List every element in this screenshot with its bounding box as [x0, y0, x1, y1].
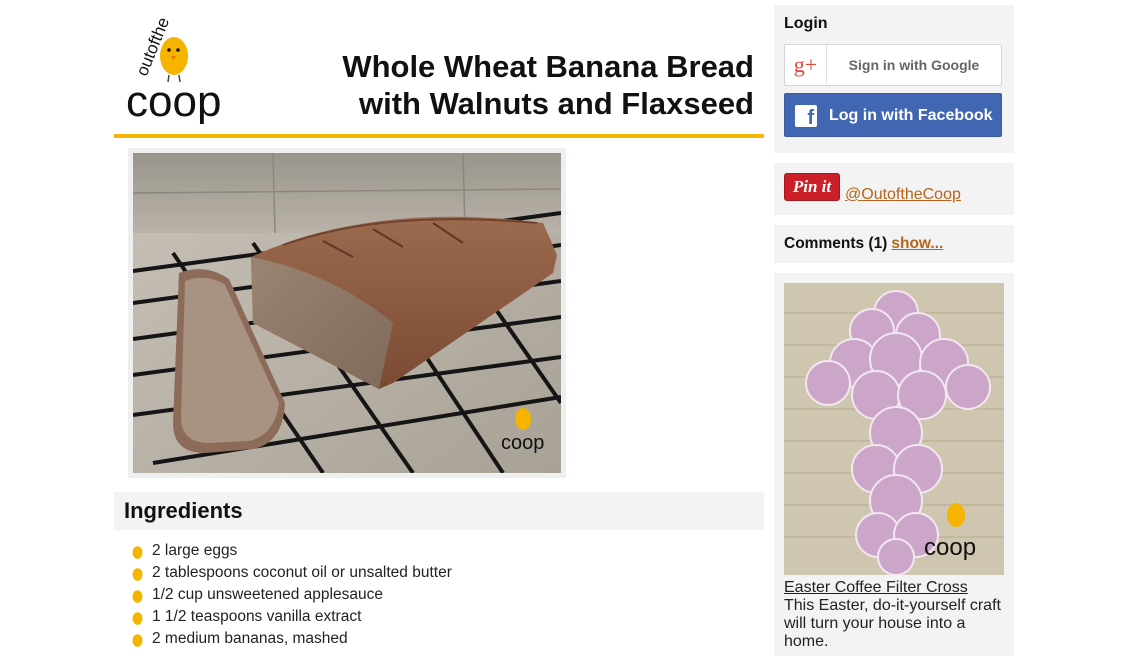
comments-label: Comments (1)	[784, 235, 888, 252]
comments-panel: Comments (1) show...	[774, 225, 1014, 263]
ingredients-heading: Ingredients	[124, 498, 243, 523]
login-heading: Login	[784, 15, 828, 32]
ingredient-text: 2 medium bananas, mashed	[152, 630, 348, 647]
list-item: 2 medium bananas, mashed	[132, 628, 452, 650]
promo-description: This Easter, do-it-yourself craft will t…	[784, 597, 1001, 650]
comments-row: Comments (1) show...	[784, 235, 943, 253]
ingredient-text: 2 large eggs	[152, 542, 238, 559]
google-signin-button[interactable]: g+ Sign in with Google	[784, 44, 1002, 86]
facebook-login-label: Log in with Facebook	[829, 107, 993, 124]
promo-watermark-text: coop	[924, 534, 976, 561]
comments-show-link[interactable]: show...	[891, 235, 943, 252]
list-item: 2 large eggs	[132, 540, 452, 562]
egg-bullet-icon	[132, 611, 143, 625]
promo-image[interactable]: coop	[784, 283, 1004, 575]
egg-bullet-icon	[132, 545, 143, 559]
promo-panel: coop Easter Coffee Filter Cross This Eas…	[774, 273, 1014, 656]
google-plus-icon: g+	[785, 45, 827, 85]
pin-it-button[interactable]: Pin it	[784, 173, 840, 201]
egg-bullet-icon	[132, 589, 143, 603]
site-logo[interactable]: outofthe coop	[120, 6, 232, 124]
chick-icon	[160, 37, 188, 83]
recipe-photo[interactable]: coop	[133, 153, 561, 473]
egg-bullet-icon	[132, 633, 143, 647]
list-item: 2 tablespoons coconut oil or unsalted bu…	[132, 562, 452, 584]
pinterest-handle-link[interactable]: @OutoftheCoop	[845, 186, 961, 204]
title-line-2: with Walnuts and Flaxseed	[358, 86, 754, 121]
logo-text-bottom: coop	[126, 77, 221, 124]
ingredient-text: 1/2 cup unsweetened applesauce	[152, 586, 383, 603]
google-signin-label: Sign in with Google	[848, 57, 980, 73]
photo-watermark-text: coop	[501, 432, 544, 454]
ingredients-list: 2 large eggs 2 tablespoons coconut oil o…	[132, 540, 452, 650]
recipe-photo-frame: coop	[128, 148, 566, 478]
page-title: Whole Wheat Banana Bread with Walnuts an…	[342, 48, 754, 122]
promo-title-link[interactable]: Easter Coffee Filter Cross	[784, 579, 968, 597]
list-item: 1/2 cup unsweetened applesauce	[132, 584, 452, 606]
facebook-login-button[interactable]: f Log in with Facebook	[784, 93, 1002, 137]
recipe-header: outofthe coop Whole Wheat Banana Bread w…	[114, 0, 764, 138]
ingredient-text: 1 1/2 teaspoons vanilla extract	[152, 608, 362, 625]
main-content: outofthe coop Whole Wheat Banana Bread w…	[114, 0, 764, 647]
facebook-icon: f	[795, 105, 817, 127]
ingredient-text: 2 tablespoons coconut oil or unsalted bu…	[152, 564, 452, 581]
list-item: 1 1/2 teaspoons vanilla extract	[132, 606, 452, 628]
title-line-1: Whole Wheat Banana Bread	[342, 49, 754, 84]
ingredients-header: Ingredients	[114, 492, 764, 530]
pinterest-panel: Pin it @OutoftheCoop	[774, 163, 1014, 215]
egg-bullet-icon	[132, 567, 143, 581]
login-panel: Login g+ Sign in with Google f Log in wi…	[774, 5, 1014, 153]
